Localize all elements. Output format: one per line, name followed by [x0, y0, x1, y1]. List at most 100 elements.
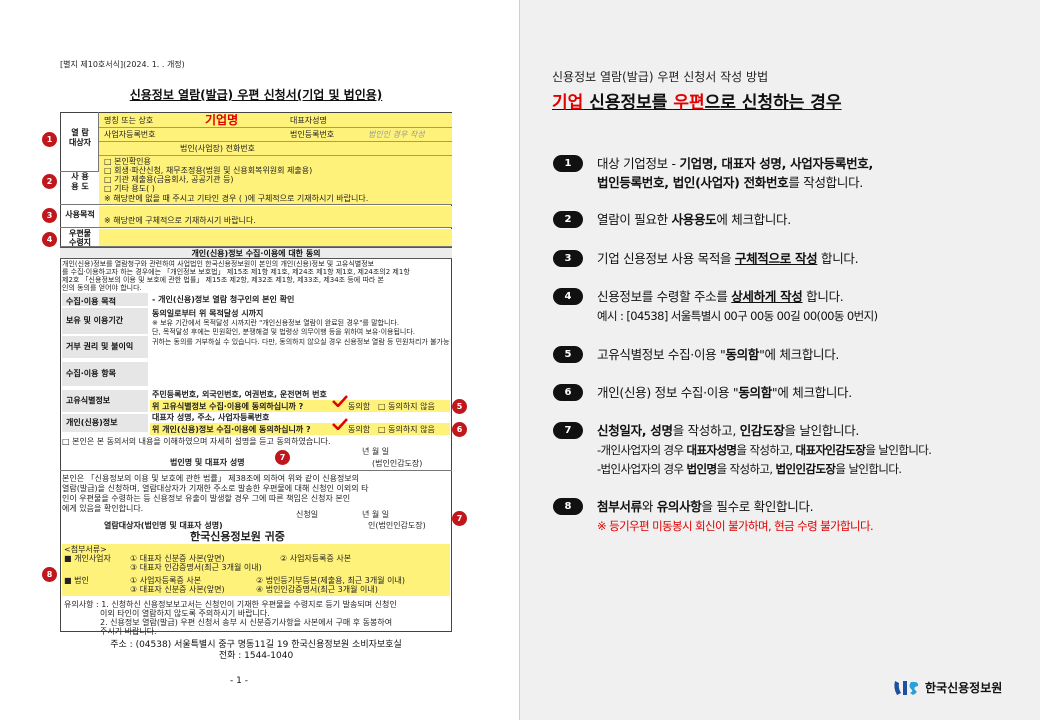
step-4: 4 신용정보를 수령할 주소를 상세하게 작성 합니다. 예시 : [04538… [553, 288, 1023, 332]
footer-address: 주소 : (04538) 서울특별시 중구 명동11길 19 한국신용정보원 소… [60, 640, 452, 663]
step-4-d: 예시 : [04538] 서울특별시 00구 00동 00길 00(00동 0번… [597, 308, 878, 323]
step-7-e5: 을 날인합니다. [865, 442, 932, 457]
attach-personal-2: ② 사업자등록증 사본 [280, 554, 352, 563]
step-text: 기업 신용정보 사용 목적을 구체적으로 작성 합니다. [597, 250, 1027, 269]
consent-confirm[interactable]: □ 본인은 본 동의서의 내용을 이해하였으며 자세히 설명을 듣고 동의하였습… [62, 437, 450, 446]
attach-corp-1: ① 사업자등록증 사본 [130, 576, 202, 585]
title-mid-1: 신용정보를 [583, 93, 674, 113]
address: 주소 : (04538) 서울특별시 중구 명동11길 19 한국신용정보원 소… [110, 640, 402, 650]
collect-items-label: 수집·이용 항목 [62, 362, 148, 386]
marker-6: 6 [452, 422, 467, 437]
unique-id-agree[interactable]: 동의함 [348, 402, 370, 411]
step-8-c: 유의사항 [656, 499, 702, 514]
step-text: 첨부서류와 유의사항을 필수로 확인합니다. ※ 등기우편 미동봉시 회신이 불… [597, 498, 1027, 536]
consent-purpose-value: - 개인(신용)정보 열람 청구인의 본인 확인 [152, 295, 295, 304]
step-text: 열람이 필요한 사용용도에 체크합니다. [597, 211, 1027, 230]
personal-disagree[interactable]: □ 동의하지 않음 [378, 425, 435, 434]
usage-option-2[interactable]: □ 회생·파산신청, 채무조정용(법원 및 신용회복위원회 제출용) [104, 166, 312, 175]
step-text: 개인(신용) 정보 수집·이용 "동의함"에 체크합니다. [597, 384, 1027, 403]
step-1-c: 법인등록번호, 법인(사업자) 전화번호 [597, 174, 789, 190]
step-2-c: 에 체크합니다. [716, 212, 791, 227]
applicant-seal[interactable]: 인(법인인감도장) [368, 521, 426, 530]
kcis-logo: 한국신용정보원 [893, 676, 1023, 698]
usage-option-4[interactable]: □ 기타 용도( ) [104, 184, 155, 193]
consent-refuse-sub: 귀하는 동의를 거부하실 수 있습니다. 다만, 동의하지 않으실 경우 신용정… [152, 338, 450, 346]
step-badge: 6 [553, 384, 583, 401]
unique-id-label: 고유식별정보 [62, 390, 148, 412]
note-1: 유의사항 : 1. 신청하신 신용정보보고서는 신청인이 기재한 우편물을 수령… [64, 600, 397, 609]
step-badge: 8 [553, 498, 583, 515]
title-red-1: 기업 [552, 93, 584, 113]
step-5-c: "에 체크합니다. [759, 347, 840, 362]
consent-period-value: 동의일로부터 위 목적달성 시까지 [152, 309, 264, 318]
page-number: - 1 - [230, 676, 248, 686]
step-8: 8 첨부서류와 유의사항을 필수로 확인합니다. ※ 등기우편 미동봉시 회신이… [553, 498, 1023, 542]
delivery-label-a: 우편물 [68, 229, 92, 238]
target-line-1 [99, 127, 452, 128]
target-line-3 [99, 155, 452, 156]
personal-items: 대표자 성명, 주소, 사업자등록번호 [152, 413, 270, 422]
title-red-2: 우편 [673, 93, 705, 113]
step-7-e1: -개인사업자의 경우 [597, 442, 687, 457]
step-2-b: 사용용도 [671, 212, 717, 227]
step-8-b: 와 [641, 499, 657, 514]
ceo-label: 대표자성명 [290, 116, 327, 125]
step-1-a: 대상 기업정보 - [597, 156, 680, 171]
sign-seal[interactable]: (법인인감도장) [372, 459, 422, 468]
attach-personal-label: ■ 개인사업자 [64, 554, 111, 563]
kcis-logo-icon [894, 681, 919, 695]
unique-id-disagree[interactable]: □ 동의하지 않음 [378, 402, 435, 411]
step-text: 고유식별정보 수집·이용 "동의함"에 체크합니다. [597, 346, 1027, 365]
apply-date[interactable]: 년 월 일 [362, 510, 389, 519]
name-label: 명칭 또는 상호 [104, 116, 154, 125]
name-value[interactable]: 기업명 [205, 114, 238, 128]
sign-date[interactable]: 년 월 일 [362, 447, 389, 456]
purpose-hint[interactable]: ※ 해당란에 구체적으로 기재하시기 바랍니다. [104, 216, 256, 225]
delivery-section [60, 228, 452, 247]
step-7-f2: 법인명 [686, 461, 718, 476]
delivery-label-b: 수령지 [68, 238, 92, 247]
step-2-a: 열람이 필요한 [597, 212, 672, 227]
usage-label-b: 용 도 [71, 182, 89, 191]
step-badge: 2 [553, 211, 583, 228]
step-7-e4: 대표자인감도장 [795, 442, 866, 457]
step-badge: 7 [553, 422, 583, 439]
step-7-b: 을 작성하고, [672, 423, 740, 438]
usage-option-3[interactable]: □ 기관 제출용(금융회사, 공공기관 등) [104, 175, 234, 184]
step-badge: 3 [553, 250, 583, 267]
step-1: 1 대상 기업정보 - 기업명, 대표자 성명, 사업자등록번호, 법인등록번호… [553, 155, 1023, 199]
guide-title: 기업 신용정보를 우편으로 신청하는 경우 [552, 88, 842, 113]
step-7-e2: 대표자성명 [686, 442, 738, 457]
step-3-a: 기업 신용정보 사용 목적을 [597, 251, 735, 266]
step-5-b: 동의함 [725, 347, 760, 362]
title-mid-2: 으로 신청하는 경우 [704, 93, 842, 113]
consent-intro-2: 를 수집·이용하고자 하는 경우에는 「개인정보 보호법」 제15조 제1항 제… [62, 268, 410, 276]
attach-corp-4: ④ 법인인감증명서(최근 3개월 이내) [256, 585, 378, 594]
step-6: 6 개인(신용) 정보 수집·이용 "동의함"에 체크합니다. [553, 384, 1023, 404]
usage-option-1[interactable]: □ 본인확인용 [104, 157, 151, 166]
step-5: 5 고유식별정보 수집·이용 "동의함"에 체크합니다. [553, 346, 1023, 366]
consent-intro-1: 개인(신용)정보를 열람청구와 관련하여 사업법인 한국신용정보원이 본인의 개… [62, 260, 375, 268]
bizno-label: 사업자등록번호 [104, 130, 156, 139]
consent-intro-4: 인의 동의를 얻어야 합니다. [62, 284, 142, 292]
step-6-b: 동의함 [738, 385, 772, 400]
form-code: [별지 제10호서식](2024. 1. . 개정) [60, 60, 185, 69]
step-text: 신청일자, 성명을 작성하고, 인감도장을 날인합니다. -개인사업자의 경우 … [597, 422, 1027, 478]
step-badge: 5 [553, 346, 583, 363]
step-7-e3: 을 작성하고, [736, 442, 796, 457]
attach-corp-2: ② 법인등기부등본(제출용, 최근 3개월 이내) [256, 576, 405, 585]
personal-label: 개인(신용)정보 [62, 414, 148, 432]
marker-8: 8 [42, 567, 57, 582]
step-text: 신용정보를 수령할 주소를 상세하게 작성 합니다. 예시 : [04538] … [597, 288, 1027, 326]
unique-id-question: 위 고유식별정보 수집·이용에 동의하십니까 ? [152, 402, 304, 411]
request-text-2: 열람(발급)을 신청하며, 열람대상자가 기재한 주소로 발송한 우편물에 대해… [62, 484, 369, 493]
marker-7a: 7 [275, 450, 290, 465]
request-text-4: 에게 있음을 확인합니다. [62, 504, 144, 513]
personal-agree[interactable]: 동의함 [348, 425, 370, 434]
form-panel: [별지 제10호서식](2024. 1. . 개정) 신용정보 열람(발급) 우… [0, 0, 520, 720]
step-5-a: 고유식별정보 수집·이용 " [597, 347, 726, 362]
guide-subtitle: 신용정보 열람(발급) 우편 신청서 작성 방법 [552, 70, 769, 84]
marker-2: 2 [42, 174, 57, 189]
marker-7b: 7 [452, 511, 467, 526]
step-7: 7 신청일자, 성명을 작성하고, 인감도장을 날인합니다. -개인사업자의 경… [553, 422, 1023, 482]
